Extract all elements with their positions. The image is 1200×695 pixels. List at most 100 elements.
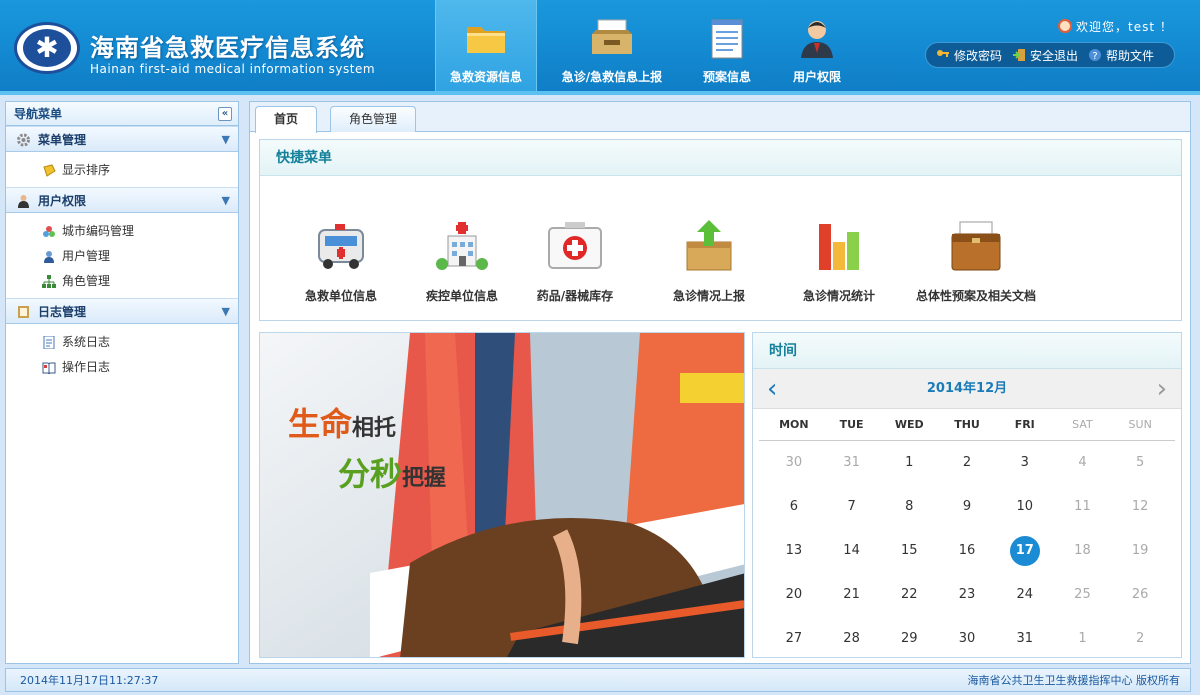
group-log-management[interactable]: 日志管理 ▼ (6, 298, 238, 324)
nav-plans[interactable]: 预案信息 (687, 0, 767, 95)
calendar-day[interactable]: 6 (765, 485, 823, 529)
calendar-day[interactable]: 22 (880, 573, 938, 617)
sidebar-item-operation-log[interactable]: 操作日志 (6, 355, 238, 380)
quick-emergency-units[interactable]: 急救单位信息 (300, 216, 382, 304)
calendar-day-number: 16 (958, 543, 976, 558)
calendar-day-number: 17 (1009, 536, 1040, 566)
calendar-day[interactable]: 24 (996, 573, 1054, 617)
month-label: 2014年12月 (926, 381, 1008, 396)
calendar-nav: ‹ 2014年12月 › (753, 369, 1181, 409)
sidebar-item-role-management[interactable]: 角色管理 (6, 269, 238, 294)
prev-month-button[interactable]: ‹ (767, 369, 777, 409)
calendar-day[interactable]: 1 (1054, 617, 1112, 657)
exit-icon (1013, 49, 1026, 61)
calendar-day[interactable]: 26 (1111, 573, 1169, 617)
weekday-label: TUE (839, 418, 864, 431)
calendar-day[interactable]: 11 (1054, 485, 1112, 529)
help-button[interactable]: ? 帮助文件 (1088, 47, 1154, 64)
color-dots-icon (43, 226, 55, 237)
calendar-day[interactable]: 3 (996, 441, 1054, 485)
calendar-day[interactable]: 30 (765, 441, 823, 485)
calendar-day-number: 25 (1074, 587, 1091, 602)
book-icon (18, 306, 29, 318)
calendar-day[interactable]: 21 (823, 573, 881, 617)
sidebar-item-city-code[interactable]: 城市编码管理 (6, 219, 238, 244)
banner-slogan: 生命相托 分秒把握 (288, 405, 447, 493)
sidebar-item-display-order[interactable]: 显示排序 (6, 158, 238, 183)
calendar-day[interactable]: 27 (765, 617, 823, 657)
quick-drug-inventory[interactable]: 药品/器械库存 (530, 216, 620, 304)
calendar-day[interactable]: 13 (765, 529, 823, 573)
sidebar-item-user-management[interactable]: 用户管理 (6, 244, 238, 269)
calendar-day-number: 27 (785, 631, 803, 646)
calendar-day[interactable]: 1 (880, 441, 938, 485)
calendar-day[interactable]: 20 (765, 573, 823, 617)
group-user-permissions[interactable]: 用户权限 ▼ (6, 187, 238, 213)
calendar-week: 6 7 8 9 10 11 12 (765, 485, 1169, 529)
calendar-day[interactable]: 7 (823, 485, 881, 529)
tab-role-management[interactable]: 角色管理 (330, 106, 417, 132)
calendar-day-number: 24 (1016, 587, 1033, 602)
weekday-label: THU (954, 418, 980, 431)
chevron-down-icon: ▼ (221, 305, 230, 318)
document-icon (43, 336, 55, 349)
copyright-text: 海南省公共卫生卫生救援指挥中心 版权所有 (967, 674, 1181, 687)
weekday-label: FRI (1014, 418, 1035, 431)
calendar-day[interactable]: 28 (823, 617, 881, 657)
calendar-day[interactable]: 14 (823, 529, 881, 573)
nav-report[interactable]: 急诊/急救信息上报 (537, 0, 687, 95)
user-toolbar: 修改密码 安全退出 ? 帮助文件 (925, 42, 1175, 68)
calendar-day[interactable]: 30 (938, 617, 996, 657)
calendar-day[interactable]: 10 (996, 485, 1054, 529)
calendar-day[interactable]: 18 (1054, 529, 1112, 573)
user-icon (44, 251, 54, 263)
calendar-day[interactable]: 2 (1111, 617, 1169, 657)
nav-resources[interactable]: 急救资源信息 (435, 0, 537, 95)
calendar-day[interactable]: 31 (823, 441, 881, 485)
next-month-button[interactable]: › (1157, 369, 1167, 409)
tab-home[interactable]: 首页 (255, 106, 318, 133)
calendar-day-number: 1 (905, 455, 914, 470)
calendar-week: 27 28 29 30 31 1 2 (765, 617, 1169, 657)
calendar-day-number: 12 (1131, 499, 1149, 514)
calendar-day-number: 28 (843, 631, 860, 646)
calendar-day[interactable]: 31 (996, 617, 1054, 657)
collapse-sidebar-button[interactable]: « (218, 107, 232, 121)
logout-button[interactable]: 安全退出 (1012, 47, 1078, 64)
weekday-label: SUN (1128, 418, 1152, 431)
nav-permissions[interactable]: 用户权限 (767, 0, 867, 95)
weekday-label: SAT (1072, 418, 1093, 431)
calendar-day-number: 2 (1136, 631, 1145, 646)
calendar-day-number: 8 (905, 499, 914, 514)
calendar-week: 30 31 1 2 3 4 5 (765, 441, 1169, 485)
calendar-day[interactable]: 23 (938, 573, 996, 617)
quick-cdc-units[interactable]: 疾控单位信息 (418, 216, 506, 304)
calendar-day[interactable]: 9 (938, 485, 996, 529)
calendar-day[interactable]: 16 (938, 529, 996, 573)
change-password-button[interactable]: 修改密码 (936, 47, 1002, 64)
calendar-day[interactable]: 19 (1111, 529, 1169, 573)
calendar-day-today[interactable]: 17 (996, 529, 1054, 573)
help-icon: ? (1089, 49, 1102, 62)
calendar-day[interactable]: 12 (1111, 485, 1169, 529)
app-header: ✱ 海南省急救医疗信息系统 Hainan first-aid medical i… (0, 0, 1200, 95)
nav-sidebar: 导航菜单 « 菜单管理 ▼ 显示排序 用户权限 ▼ 城市编码管理 用户管理 角色… (5, 101, 239, 664)
calendar-day[interactable]: 2 (938, 441, 996, 485)
calendar-day[interactable]: 29 (880, 617, 938, 657)
group-menu-management[interactable]: 菜单管理 ▼ (6, 126, 238, 152)
quick-emergency-stats[interactable]: 急诊情况统计 (794, 216, 884, 304)
folder-icon (467, 27, 505, 53)
calendar-day-number: 30 (785, 455, 803, 470)
calendar-day-number: 2 (962, 455, 972, 470)
sidebar-item-system-log[interactable]: 系统日志 (6, 330, 238, 355)
quick-plans-documents[interactable]: 总体性预案及相关文档 (906, 216, 1046, 304)
calendar-day[interactable]: 5 (1111, 441, 1169, 485)
quick-menu-panel: 快捷菜单 急救单位信息 疾控单位信息 药品/器械库存 急诊情况上报 急诊情况统计… (259, 139, 1182, 321)
calendar-day-number: 10 (1016, 499, 1033, 514)
calendar-day[interactable]: 15 (880, 529, 938, 573)
calendar-day[interactable]: 8 (880, 485, 938, 529)
calendar-day[interactable]: 25 (1054, 573, 1112, 617)
calendar-day[interactable]: 4 (1054, 441, 1112, 485)
calendar-day-number: 14 (843, 543, 860, 558)
quick-emergency-report[interactable]: 急诊情况上报 (664, 216, 754, 304)
